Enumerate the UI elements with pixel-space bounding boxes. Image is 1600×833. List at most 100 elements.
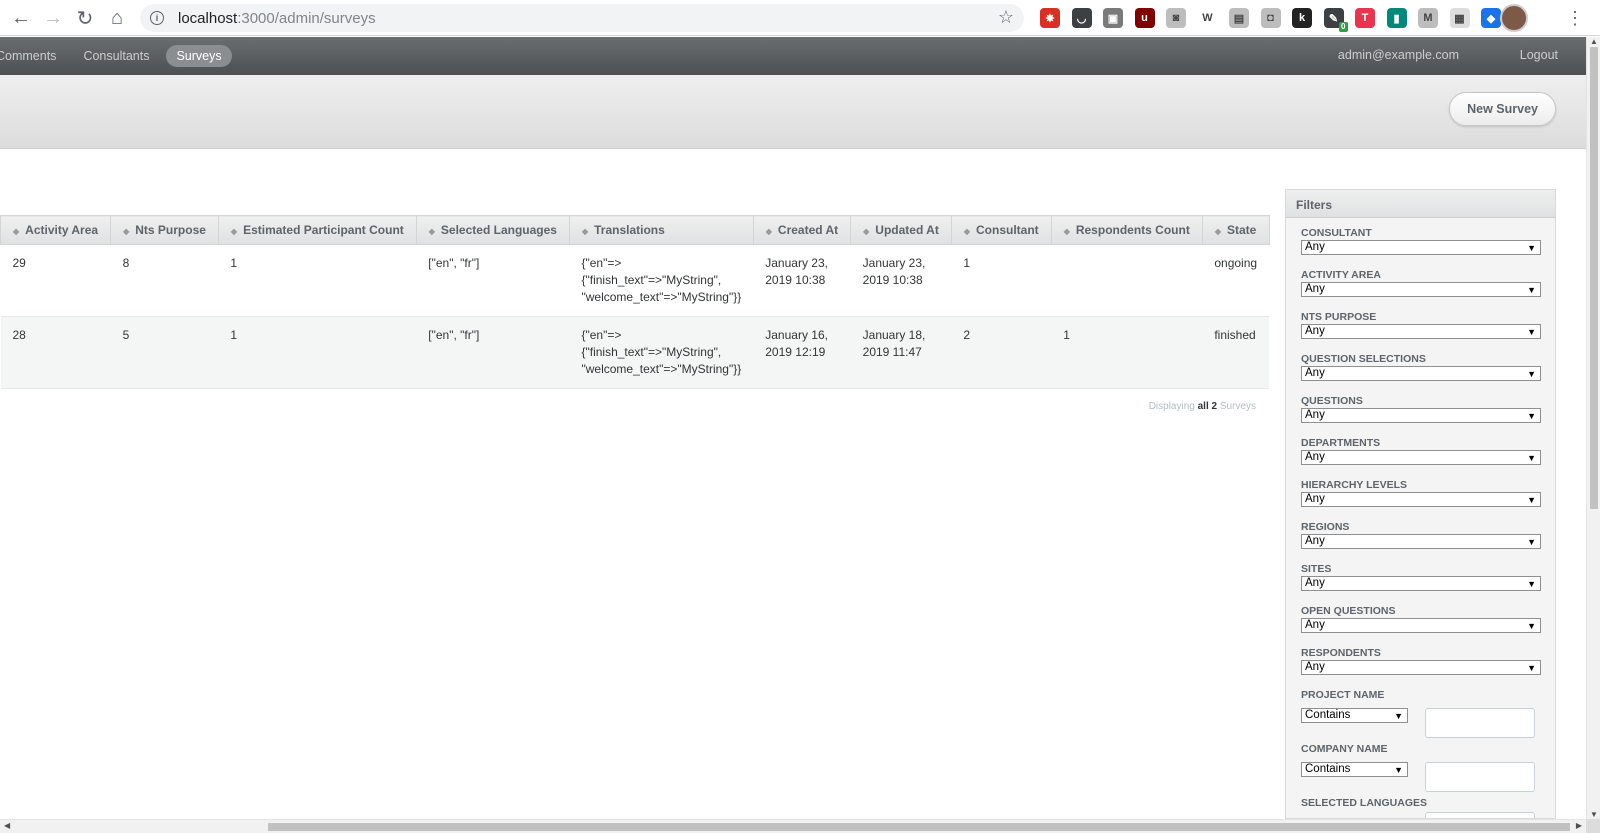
back-icon[interactable]: ←: [5, 2, 37, 34]
tab-consultants[interactable]: Consultants: [73, 45, 159, 67]
home-icon[interactable]: ⌂: [101, 2, 133, 34]
camera-ext-icon[interactable]: ◙: [1166, 8, 1186, 28]
cell-translations: {"en"=> {"finish_text"=>"MyString", "welco…: [569, 244, 754, 317]
puzzle-ext-icon[interactable]: ▣: [1103, 8, 1123, 28]
filter-regions: REGIONS Any ▼: [1301, 520, 1541, 549]
filter-label: QUESTIONS: [1301, 395, 1363, 407]
filter-select[interactable]: Any ▼: [1301, 618, 1541, 633]
filter-select[interactable]: Any ▼: [1301, 576, 1541, 591]
tracker-ext-icon[interactable]: ✎ 0: [1323, 8, 1348, 32]
shield-ext-icon[interactable]: ◆: [1481, 8, 1501, 28]
filter-label: REGIONS: [1301, 521, 1350, 533]
scroll-up-icon[interactable]: ▲: [1590, 37, 1598, 46]
grid-ext-icon[interactable]: ▦: [1449, 8, 1470, 28]
col-state[interactable]: ◆ State: [1201, 215, 1270, 245]
dropdown-arrow-icon: ▼: [1527, 411, 1536, 421]
filter-select[interactable]: Any ▼: [1301, 240, 1541, 255]
address-bar[interactable]: i localhost:3000/admin/surveys ☆: [140, 4, 1024, 32]
surveys-table-wrap: ◆ Activity Area ◆ Nts Purpose ◆ Estimated P…: [0, 215, 1270, 389]
browser-toolbar: ← → ↻ ⌂ i localhost:3000/admin/surveys ☆…: [0, 0, 1600, 36]
wikipedia-ext-icon[interactable]: W: [1197, 8, 1218, 28]
surveys-table: ◆ Activity Area ◆ Nts Purpose ◆ Estimated P…: [0, 215, 1270, 389]
cell-respondents-count: [1051, 244, 1203, 317]
tab-surveys[interactable]: Surveys: [166, 45, 232, 67]
filter-text-input[interactable]: [1425, 812, 1535, 818]
col-updated-at[interactable]: ◆ Updated At: [850, 215, 952, 245]
filter-operator-select[interactable]: Contains ▼: [1301, 708, 1408, 723]
m-ext-icon[interactable]: M: [1418, 8, 1438, 28]
dropdown-arrow-icon: ▼: [1527, 663, 1536, 673]
browser-menu-icon[interactable]: ⋮: [1566, 6, 1584, 30]
screen-ext-icon[interactable]: ◘: [1260, 8, 1281, 28]
filter-select[interactable]: Any ▼: [1301, 408, 1541, 423]
filter-select[interactable]: Any ▼: [1301, 450, 1541, 465]
horizontal-scrollbar[interactable]: ◀ ▶: [0, 819, 1586, 833]
sort-icon: ◆: [1214, 227, 1221, 236]
filter-select[interactable]: Any ▼: [1301, 366, 1541, 381]
sort-icon: ◆: [428, 227, 435, 236]
reader-ext-icon[interactable]: ▤: [1229, 8, 1249, 28]
site-info-icon[interactable]: i: [150, 11, 164, 25]
vertical-scroll-thumb[interactable]: [1590, 47, 1598, 509]
col-created-at[interactable]: ◆ Created At: [752, 215, 852, 245]
horizontal-scroll-thumb[interactable]: [268, 823, 1570, 831]
cell-selected-languages: ["en", "fr"]: [416, 244, 570, 317]
col-respondents-count[interactable]: ◆ Respondents Count: [1050, 215, 1203, 245]
vertical-scrollbar[interactable]: ▲ ▼: [1586, 37, 1600, 819]
cell-translations: {"en"=> {"finish_text"=>"MyString", "welco…: [569, 316, 754, 389]
logout-link[interactable]: Logout: [1520, 48, 1558, 62]
scroll-left-icon[interactable]: ◀: [4, 821, 10, 830]
book-ext-icon[interactable]: ▮: [1386, 8, 1407, 28]
dropdown-arrow-icon: ▼: [1527, 327, 1536, 337]
cell-selected-languages: ["en", "fr"]: [416, 316, 570, 389]
profile-avatar[interactable]: [1500, 4, 1528, 32]
filter-operator-select[interactable]: Contains ▼: [1301, 762, 1408, 777]
filter-label: COMPANY NAME: [1301, 743, 1388, 755]
filter-label: DEPARTMENTS: [1301, 437, 1381, 449]
spider-ext-icon[interactable]: ✸: [1040, 8, 1060, 28]
scroll-right-icon[interactable]: ▶: [1576, 821, 1582, 830]
pocket-ext-icon[interactable]: ◡: [1071, 8, 1092, 28]
col-estimated-participant-count[interactable]: ◆ Estimated Participant Count: [217, 215, 417, 245]
col-translations[interactable]: ◆ Translations: [568, 215, 754, 245]
filter-selected-languages: SELECTED LANGUAGES: [1301, 796, 1535, 818]
cell-state: finished: [1202, 316, 1270, 389]
filter-text-input[interactable]: [1425, 762, 1535, 792]
filter-text-input[interactable]: [1425, 708, 1535, 738]
col-consultant[interactable]: ◆ Consultant: [950, 215, 1052, 245]
ublock-ext-icon[interactable]: u: [1134, 8, 1155, 28]
sort-icon: ◆: [963, 227, 971, 236]
scrollbar-corner: [1586, 819, 1600, 833]
filter-label: PROJECT NAME: [1301, 689, 1385, 701]
cell-consultant: 1: [951, 244, 1052, 317]
filter-select[interactable]: Any ▼: [1301, 282, 1541, 297]
col-selected-languages[interactable]: ◆ Selected Languages: [415, 215, 570, 245]
current-user-link[interactable]: admin@example.com: [1338, 48, 1459, 62]
filter-select[interactable]: Any ▼: [1301, 660, 1541, 675]
cell-created-at: January 16, 2019 12:19: [753, 316, 851, 389]
cell-estimated-participant-count: 1: [218, 316, 417, 389]
forward-icon[interactable]: →: [37, 2, 69, 34]
filter-select[interactable]: Any ▼: [1301, 492, 1541, 507]
filters-sidebar: Filters CONSULTANT Any ▼ ACTIVITY AREA Any ▼ N…: [1285, 189, 1556, 819]
filters-title: Filters: [1286, 190, 1555, 218]
filter-label: HIERARCHY LEVELS: [1301, 479, 1407, 491]
filter-departments: DEPARTMENTS Any ▼: [1301, 436, 1541, 465]
new-survey-button[interactable]: New Survey: [1449, 92, 1556, 126]
filter-select[interactable]: Any ▼: [1301, 534, 1541, 549]
scroll-down-icon[interactable]: ▼: [1590, 810, 1598, 819]
sort-icon: ◆: [230, 227, 238, 236]
sort-icon: ◆: [863, 227, 870, 236]
tab-comments[interactable]: Comments: [0, 45, 66, 67]
dropdown-arrow-icon: ▼: [1527, 537, 1536, 547]
pagination-info: Displaying all 2 Surveys: [1148, 401, 1256, 412]
col-nts-purpose[interactable]: ◆ Nts Purpose: [110, 215, 219, 245]
filter-sites: SITES Any ▼: [1301, 562, 1541, 591]
dropdown-arrow-icon: ▼: [1527, 369, 1536, 379]
filter-select[interactable]: Any ▼: [1301, 324, 1541, 339]
red-circle-ext-icon[interactable]: T: [1355, 8, 1375, 28]
bookmark-star-icon[interactable]: ☆: [998, 7, 1014, 28]
k-ext-icon[interactable]: k: [1292, 8, 1312, 28]
reload-icon[interactable]: ↻: [69, 2, 101, 34]
col-activity-area[interactable]: ◆ Activity Area: [0, 215, 112, 245]
